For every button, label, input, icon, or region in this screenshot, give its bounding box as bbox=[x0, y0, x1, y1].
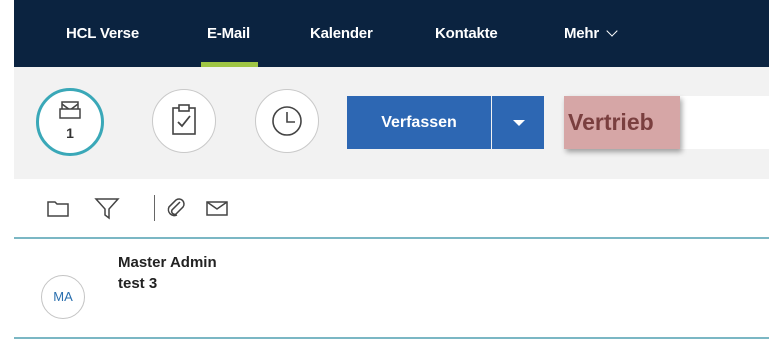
inbox-tray-icon bbox=[59, 101, 81, 119]
filter-icon bbox=[94, 198, 120, 220]
nav-hcl-verse[interactable]: HCL Verse bbox=[66, 0, 139, 67]
attachment-icon bbox=[167, 198, 185, 217]
avatar: MA bbox=[41, 275, 85, 319]
nav-email[interactable]: E-Mail bbox=[201, 0, 258, 67]
app-window: HCL Verse E-Mail Kalender Kontakte Mehr … bbox=[0, 0, 769, 343]
unread-filter-button[interactable] bbox=[204, 179, 230, 237]
envelope-icon bbox=[206, 201, 228, 216]
compose-button[interactable]: Verfassen bbox=[347, 96, 491, 149]
clipboard-check-icon bbox=[172, 104, 196, 135]
nav-contacts[interactable]: Kontakte bbox=[435, 0, 498, 67]
toolbar-divider bbox=[154, 195, 155, 221]
folder-label: Vertrieb bbox=[564, 96, 680, 149]
left-margin bbox=[0, 0, 14, 343]
inbox-button[interactable]: 1 bbox=[36, 88, 104, 156]
filter-button[interactable] bbox=[94, 179, 120, 237]
nav-more[interactable]: Mehr bbox=[564, 0, 618, 67]
inbox-unread-count: 1 bbox=[66, 125, 74, 141]
nav-more-label: Mehr bbox=[564, 25, 600, 42]
mail-actions-bar bbox=[14, 179, 769, 239]
mail-list-item[interactable]: MA Master Admin test 3 bbox=[14, 239, 769, 339]
waiting-for-button[interactable] bbox=[255, 89, 319, 153]
mail-subject: test 3 bbox=[118, 275, 158, 292]
mail-sender: Master Admin bbox=[118, 254, 217, 271]
top-navigation: HCL Verse E-Mail Kalender Kontakte Mehr bbox=[14, 0, 769, 67]
move-to-folder-button[interactable] bbox=[46, 179, 70, 237]
folder-icon bbox=[47, 201, 69, 217]
clock-icon bbox=[272, 106, 302, 136]
chevron-down-icon bbox=[606, 25, 618, 37]
attachments-button[interactable] bbox=[164, 179, 188, 237]
nav-calendar[interactable]: Kalender bbox=[310, 0, 373, 67]
todo-button[interactable] bbox=[152, 89, 216, 153]
compose-dropdown-button[interactable] bbox=[492, 96, 544, 149]
